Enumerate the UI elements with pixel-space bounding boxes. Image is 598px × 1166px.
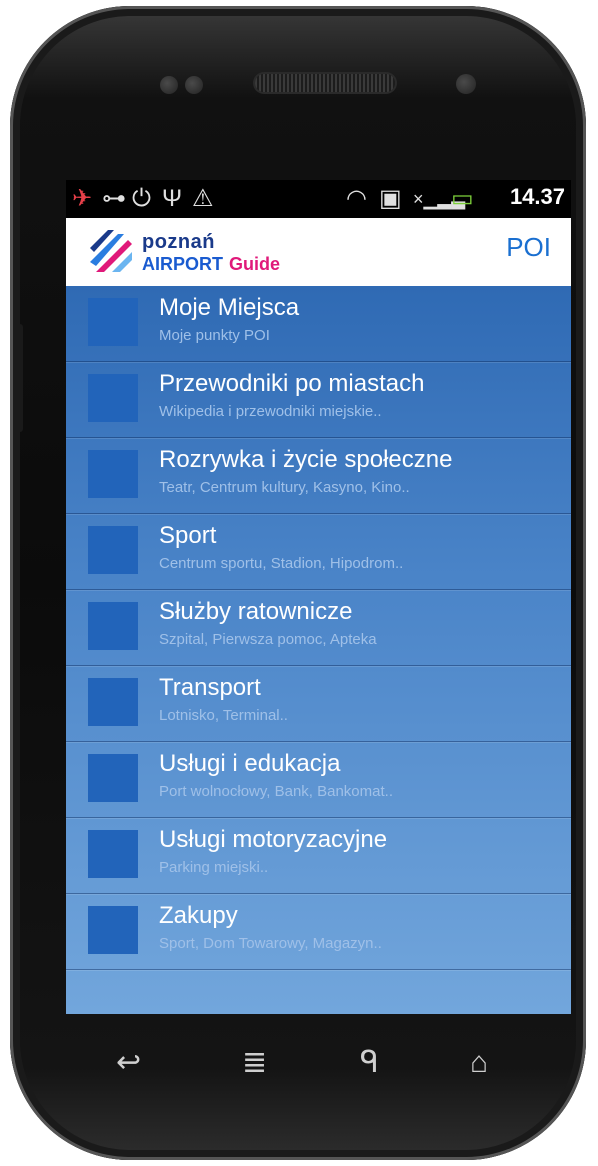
category-thumbnail [88, 526, 138, 574]
list-item-moje-miejsca[interactable]: Moje Miejsca Moje punkty POI [66, 286, 571, 362]
menu-icon[interactable]: ≣ [242, 1048, 267, 1078]
navigation-bar: ↩ ≣ ᑫ ⌂ [66, 1040, 571, 1090]
wifi-icon: ◠ [346, 185, 367, 212]
home-icon[interactable]: ⌂ [470, 1048, 488, 1078]
list-item-sport[interactable]: Sport Centrum sportu, Stadion, Hipodrom.… [66, 514, 571, 590]
category-thumbnail [88, 374, 138, 422]
warning-icon: ⚠ [192, 185, 214, 212]
sensor-icon [185, 76, 203, 94]
item-title: Zakupy [159, 902, 238, 929]
list-item-rozrywka[interactable]: Rozrywka i życie społeczne Teatr, Centru… [66, 438, 571, 514]
screen: ✈ ⊶ ⏻ Ψ ⚠ ◠ ▣ ×▁▂▃ ▭ 14.37 poznań AIRPOR… [66, 180, 571, 1014]
item-subtitle: Port wolnocłowy, Bank, Bankomat.. [159, 783, 393, 800]
category-thumbnail [88, 754, 138, 802]
poznan-airport-logo-icon [90, 230, 132, 272]
item-title: Sport [159, 522, 217, 549]
link-icon: ⊶ [102, 185, 126, 212]
item-subtitle: Teatr, Centrum kultury, Kasyno, Kino.. [159, 479, 410, 496]
list-item-przewodniki[interactable]: Przewodniki po miastach Wikipedia i prze… [66, 362, 571, 438]
category-thumbnail [88, 678, 138, 726]
item-subtitle: Centrum sportu, Stadion, Hipodrom.. [159, 555, 404, 572]
item-subtitle: Parking miejski.. [159, 859, 269, 876]
item-title: Usługi i edukacja [159, 750, 341, 777]
logo-text-poznan: poznań [142, 231, 215, 253]
item-title: Służby ratownicze [159, 598, 353, 625]
search-icon[interactable]: ᑫ [360, 1048, 379, 1078]
category-thumbnail [88, 450, 138, 498]
volume-button [13, 324, 23, 432]
item-subtitle: Lotnisko, Terminal.. [159, 707, 288, 724]
battery-icon: ▭ [451, 185, 474, 212]
power-icon: ⏻ [132, 185, 151, 212]
category-thumbnail [88, 602, 138, 650]
logo-text-guide: Guide [229, 254, 281, 274]
list-item-transport[interactable]: Transport Lotnisko, Terminal.. [66, 666, 571, 742]
item-title: Transport [159, 674, 261, 701]
status-time: 14.37 [509, 184, 565, 209]
item-subtitle: Szpital, Pierwsza pomoc, Apteka [159, 631, 377, 648]
list-item-uslugi-edukacja[interactable]: Usługi i edukacja Port wolnocłowy, Bank,… [66, 742, 571, 818]
app-bar: poznań AIRPORT Guide POI [66, 218, 571, 287]
item-title: Usługi motoryzacyjne [159, 826, 388, 853]
category-thumbnail [88, 298, 138, 346]
sensor-icon [160, 76, 178, 94]
poi-category-list: Moje Miejsca Moje punkty POI Przewodniki… [66, 286, 571, 1014]
list-item-zakupy[interactable]: Zakupy Sport, Dom Towarowy, Magazyn.. [66, 894, 571, 970]
back-icon[interactable]: ↩ [116, 1048, 141, 1078]
item-subtitle: Moje punkty POI [159, 327, 270, 344]
item-subtitle: Sport, Dom Towarowy, Magazyn.. [159, 935, 382, 952]
list-item-sluzby-ratownicze[interactable]: Służby ratownicze Szpital, Pierwsza pomo… [66, 590, 571, 666]
sd-card-icon: ▣ [379, 185, 402, 212]
item-subtitle: Wikipedia i przewodniki miejskie.. [159, 403, 382, 420]
list-item-uslugi-motoryzacyjne[interactable]: Usługi motoryzacyjne Parking miejski.. [66, 818, 571, 894]
airplane-icon: ✈ [72, 185, 93, 212]
item-title: Rozrywka i życie społeczne [159, 446, 453, 473]
usb-icon: Ψ [162, 185, 183, 212]
logo-text-airport-word: AIRPORT [142, 254, 223, 274]
logo-text-airport: AIRPORT Guide [142, 254, 280, 275]
status-bar: ✈ ⊶ ⏻ Ψ ⚠ ◠ ▣ ×▁▂▃ ▭ 14.37 [66, 180, 571, 218]
item-title: Przewodniki po miastach [159, 370, 425, 397]
item-title: Moje Miejsca [159, 294, 300, 321]
front-camera-icon [456, 74, 476, 94]
page-title: POI [506, 232, 551, 262]
earpiece-speaker [255, 74, 395, 92]
category-thumbnail [88, 830, 138, 878]
category-thumbnail [88, 906, 138, 954]
